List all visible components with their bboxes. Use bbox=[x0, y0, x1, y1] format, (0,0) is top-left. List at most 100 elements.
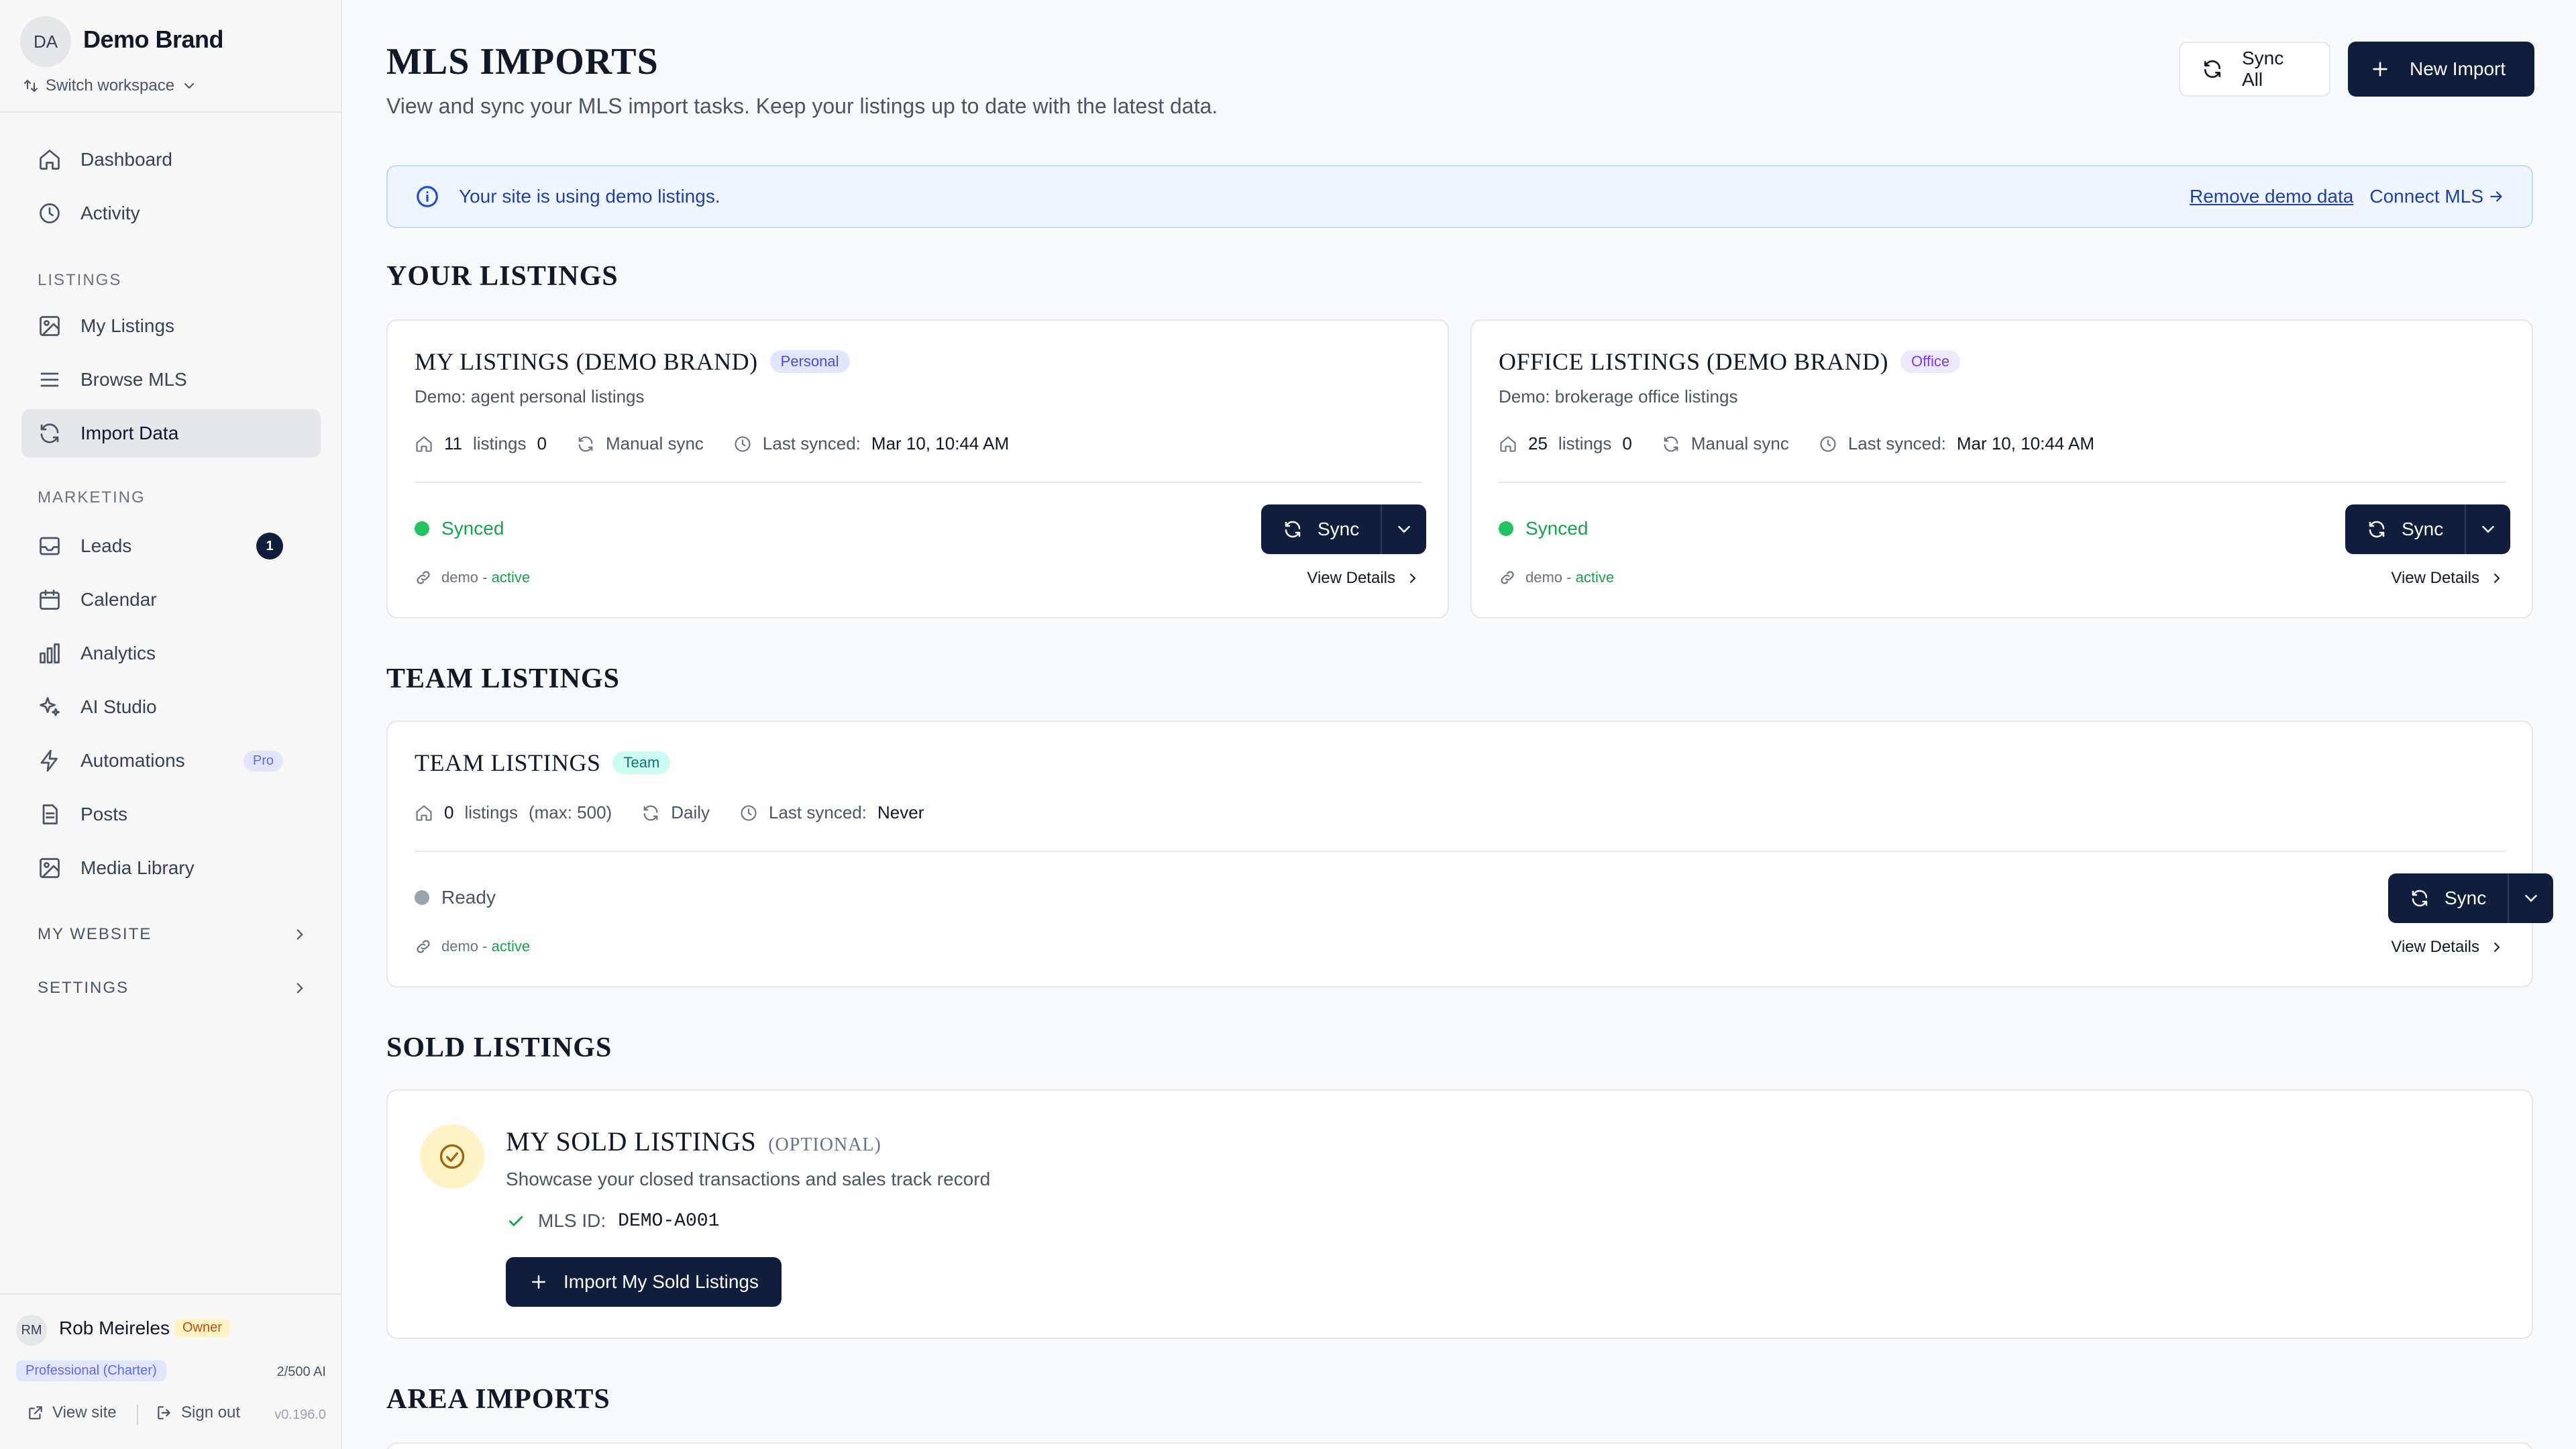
sidebar-item-label: Leads bbox=[80, 535, 132, 556]
sidebar-item-label: Automations bbox=[80, 750, 185, 771]
link-icon bbox=[415, 569, 432, 586]
section-title-team-listings: TEAM LISTINGS bbox=[386, 663, 620, 694]
sidebar-group-settings[interactable]: SETTINGS bbox=[38, 971, 309, 1005]
sync-button[interactable]: Sync bbox=[2345, 504, 2467, 554]
sync-button[interactable]: Sync bbox=[1261, 504, 1383, 554]
bar-chart-icon bbox=[38, 641, 62, 665]
card-description: Demo: brokerage office listings bbox=[1499, 386, 1738, 407]
card-divider bbox=[415, 482, 1422, 483]
card-title: MY LISTINGS (DEMO BRAND) bbox=[415, 348, 758, 375]
nav-section-marketing: MARKETING bbox=[38, 488, 146, 506]
sidebar-item-analytics[interactable]: Analytics bbox=[21, 629, 321, 678]
sign-out-button[interactable]: Sign out bbox=[156, 1403, 240, 1422]
sidebar-item-activity[interactable]: Activity bbox=[21, 189, 321, 237]
refresh-icon bbox=[2410, 888, 2430, 908]
sidebar-item-calendar[interactable]: Calendar bbox=[21, 576, 321, 624]
sidebar-footer: RM Rob Meireles Owner Professional (Char… bbox=[0, 1293, 342, 1449]
sidebar-item-dashboard[interactable]: Dashboard bbox=[21, 136, 321, 184]
leads-count-badge: 1 bbox=[256, 533, 283, 559]
sync-split-button: Sync bbox=[2345, 504, 2511, 554]
sidebar-group-my-website[interactable]: MY WEBSITE bbox=[38, 918, 309, 951]
sold-listings-card: MY SOLD LISTINGS (OPTIONAL) Showcase you… bbox=[386, 1089, 2533, 1339]
card-stats: 11 listings 0 Manual sync Last synced: M… bbox=[415, 433, 1038, 454]
status-label: Ready bbox=[441, 887, 496, 908]
sync-all-button[interactable]: Sync All bbox=[2179, 42, 2330, 97]
inbox-icon bbox=[38, 534, 62, 558]
remove-demo-data-link[interactable]: Remove demo data bbox=[2190, 186, 2353, 207]
workspace-avatar[interactable]: DA bbox=[20, 16, 71, 67]
source-state: active bbox=[491, 569, 531, 586]
sync-options-dropdown[interactable] bbox=[2466, 504, 2510, 554]
role-badge: Owner bbox=[174, 1319, 230, 1337]
clock-icon bbox=[38, 201, 62, 225]
status-label: Synced bbox=[1525, 518, 1589, 539]
sync-mode: Manual sync bbox=[1690, 433, 1789, 453]
sidebar-group-label: SETTINGS bbox=[38, 979, 129, 997]
plan-badge: Professional (Charter) bbox=[16, 1360, 166, 1381]
chevron-right-icon bbox=[291, 979, 309, 997]
card-divider bbox=[415, 851, 2506, 852]
sidebar-item-label: Calendar bbox=[80, 589, 157, 610]
home-icon bbox=[415, 435, 433, 453]
calendar-icon bbox=[38, 588, 62, 612]
demo-data-banner: Your site is using demo listings. Remove… bbox=[386, 165, 2533, 228]
workspace-name[interactable]: Demo Brand bbox=[83, 25, 224, 54]
last-synced-label: Last synced: bbox=[769, 802, 867, 822]
status-label: Synced bbox=[441, 518, 504, 539]
chevron-right-icon bbox=[2489, 939, 2505, 955]
sign-out-label: Sign out bbox=[181, 1403, 241, 1421]
sync-label: Sync bbox=[2402, 519, 2444, 539]
source-separator: - bbox=[478, 569, 492, 586]
sync-split-button: Sync bbox=[1261, 504, 1427, 554]
card-tag: Personal bbox=[769, 350, 850, 373]
connect-mls-link[interactable]: Connect MLS bbox=[2369, 186, 2505, 207]
sidebar-item-browse-mls[interactable]: Browse MLS bbox=[21, 356, 321, 404]
sidebar-item-ai-studio[interactable]: AI Studio bbox=[21, 683, 321, 731]
sidebar-item-leads[interactable]: Leads 1 bbox=[21, 522, 321, 570]
switch-workspace-button[interactable]: Switch workspace bbox=[23, 76, 197, 95]
sidebar-item-posts[interactable]: Posts bbox=[21, 790, 321, 839]
sidebar-item-media-library[interactable]: Media Library bbox=[21, 844, 321, 892]
list-icon bbox=[38, 368, 62, 392]
import-card-team-listings: TEAM LISTINGS Team 0 listings (max: 500)… bbox=[386, 720, 2554, 987]
view-details-link[interactable]: View Details bbox=[2391, 938, 2505, 957]
status-indicator: Synced bbox=[415, 518, 504, 539]
import-sold-listings-button[interactable]: Import My Sold Listings bbox=[506, 1257, 782, 1307]
sidebar-item-automations[interactable]: Automations Pro bbox=[21, 737, 321, 785]
source-info: demo - active bbox=[415, 569, 530, 586]
sync-options-dropdown[interactable] bbox=[1382, 504, 1426, 554]
view-site-link[interactable]: View site bbox=[27, 1403, 117, 1422]
sold-card-title: MY SOLD LISTINGS bbox=[506, 1126, 757, 1157]
refresh-icon bbox=[641, 804, 660, 822]
sidebar-item-my-listings[interactable]: My Listings bbox=[21, 302, 321, 350]
link-icon bbox=[1499, 569, 1516, 586]
sidebar-item-label: Activity bbox=[80, 203, 140, 223]
view-details-link[interactable]: View Details bbox=[2391, 569, 2505, 588]
last-synced-label: Last synced: bbox=[1847, 433, 1946, 453]
user-avatar[interactable]: RM bbox=[16, 1315, 47, 1346]
card-stats: 0 listings (max: 500) Daily Last synced:… bbox=[415, 802, 953, 823]
sync-options-dropdown[interactable] bbox=[2509, 873, 2553, 923]
chevron-right-icon bbox=[291, 926, 309, 943]
sidebar: DA Demo Brand Switch workspace Dashboard… bbox=[0, 0, 342, 1449]
sidebar-item-import-data[interactable]: Import Data bbox=[21, 409, 321, 458]
image-icon bbox=[38, 314, 62, 338]
refresh-icon bbox=[1662, 435, 1680, 453]
view-details-link[interactable]: View Details bbox=[1307, 569, 1421, 588]
source-state: active bbox=[1575, 569, 1615, 586]
workspace-header: DA Demo Brand Switch workspace bbox=[20, 16, 329, 97]
new-import-button[interactable]: New Import bbox=[2348, 42, 2534, 97]
new-import-label: New Import bbox=[2410, 58, 2506, 79]
mls-id-label: MLS ID: bbox=[538, 1210, 606, 1231]
status-indicator: Synced bbox=[1499, 518, 1588, 539]
page-subtitle: View and sync your MLS import tasks. Kee… bbox=[386, 94, 1218, 118]
ai-usage-count: 2/500 AI bbox=[276, 1364, 326, 1379]
status-dot bbox=[1499, 521, 1513, 536]
last-synced-value: Never bbox=[877, 802, 924, 822]
banner-text: Your site is using demo listings. bbox=[459, 186, 720, 207]
sync-button[interactable]: Sync bbox=[2388, 873, 2510, 923]
switch-workspace-label: Switch workspace bbox=[46, 76, 175, 95]
source-info: demo - active bbox=[1499, 569, 1614, 586]
source-separator: - bbox=[1562, 569, 1576, 586]
card-stats: 25 listings 0 Manual sync Last synced: M… bbox=[1499, 433, 2124, 454]
